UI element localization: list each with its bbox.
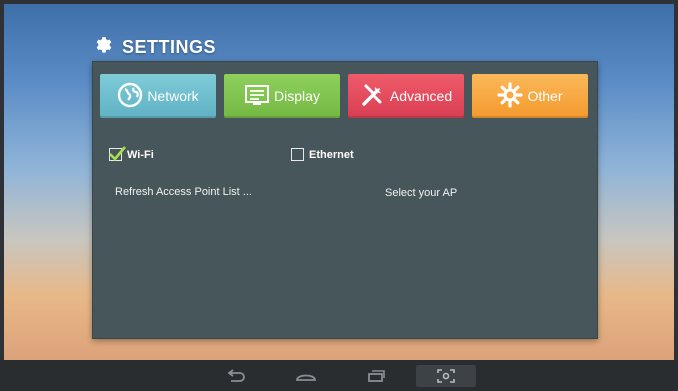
tab-advanced[interactable]: Advanced [348,74,464,118]
tab-display-label: Display [274,88,320,104]
back-icon [227,369,245,382]
ethernet-checkbox[interactable]: Ethernet [291,148,354,161]
screenshot-button[interactable] [416,365,476,387]
recent-apps-icon [368,370,385,382]
globe-icon [117,82,143,111]
select-ap-label[interactable]: Select your AP [385,187,457,199]
tab-display[interactable]: Display [224,74,340,118]
settings-header: SETTINGS [94,35,216,59]
settings-screen: SETTINGS Network Display Advanced Other … [4,4,674,360]
tab-advanced-label: Advanced [389,88,453,104]
home-button[interactable] [288,365,324,387]
recent-apps-button[interactable] [358,365,394,387]
back-button[interactable] [218,365,254,387]
checkmark-icon [109,146,126,161]
page-title: SETTINGS [122,36,217,57]
settings-panel: Network Display Advanced Other Wi-Fi Eth… [92,61,598,339]
screenshot-icon [437,369,455,383]
tab-network[interactable]: Network [100,74,216,118]
system-navbar [0,360,678,391]
tab-network-label: Network [147,88,199,104]
tab-other[interactable]: Other [472,74,588,118]
tools-icon [360,82,386,111]
ethernet-label: Ethernet [309,148,354,161]
refresh-ap-list-button[interactable]: Refresh Access Point List ... [115,186,252,198]
home-icon [296,374,316,381]
settings-tabs: Network Display Advanced Other [100,74,588,118]
gear-icon [497,81,524,111]
wifi-checkbox-box[interactable] [109,146,126,161]
wifi-label: Wi-Fi [127,148,154,161]
tab-other-label: Other [527,88,563,104]
ethernet-checkbox-box[interactable] [291,148,304,161]
wifi-checkbox[interactable]: Wi-Fi [109,146,154,161]
gear-icon [94,35,114,60]
display-icon [244,82,270,111]
